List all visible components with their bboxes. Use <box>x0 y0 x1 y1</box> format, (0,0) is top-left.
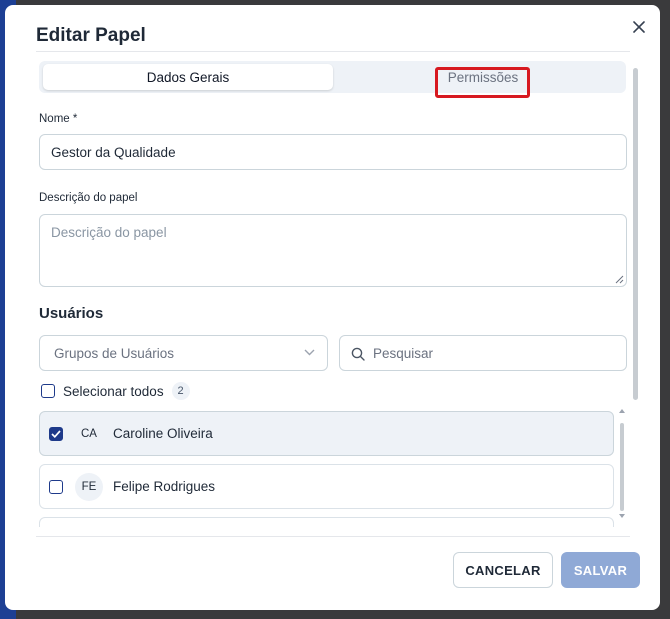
user-count-badge: 2 <box>171 382 190 400</box>
dialog-scrollbar[interactable] <box>633 68 638 400</box>
footer-divider <box>36 536 630 537</box>
tab-dados-gerais[interactable]: Dados Gerais <box>43 64 333 90</box>
list-item[interactable] <box>39 517 614 527</box>
scroll-up-arrow-icon[interactable] <box>618 408 626 414</box>
user-name: Caroline Oliveira <box>113 426 213 441</box>
list-scrollbar[interactable] <box>620 423 624 511</box>
select-all-label[interactable]: Selecionar todos <box>63 384 164 399</box>
description-label: Descrição do papel <box>39 192 138 204</box>
list-item[interactable]: CA Caroline Oliveira <box>39 411 614 456</box>
search-icon <box>351 347 365 361</box>
highlight-annotation <box>435 67 530 98</box>
user-checkbox[interactable] <box>49 426 63 441</box>
chevron-down-icon <box>304 349 315 356</box>
dialog-body: Dados Gerais Permissões Nome * Gestor da… <box>36 59 636 527</box>
search-placeholder: Pesquisar <box>373 346 434 361</box>
avatar: CA <box>81 427 97 440</box>
edit-role-dialog: Editar Papel Dados Gerais Permissões Nom… <box>5 5 660 610</box>
search-input[interactable]: Pesquisar <box>339 335 627 371</box>
close-icon <box>633 21 645 33</box>
select-all-checkbox[interactable] <box>41 384 55 398</box>
resize-grip-icon[interactable] <box>615 275 624 284</box>
name-input[interactable]: Gestor da Qualidade <box>39 134 627 170</box>
dialog-title: Editar Papel <box>36 25 146 46</box>
user-groups-select-value: Grupos de Usuários <box>54 346 175 361</box>
tab-bar: Dados Gerais Permissões <box>39 61 626 98</box>
user-groups-select[interactable]: Grupos de Usuários <box>39 335 328 371</box>
select-all-row: Selecionar todos 2 <box>41 382 190 400</box>
cancel-button[interactable]: CANCELAR <box>453 552 553 588</box>
user-checkbox[interactable] <box>49 479 63 494</box>
scroll-down-arrow-icon[interactable] <box>618 513 626 519</box>
user-name: Felipe Rodrigues <box>113 479 216 494</box>
users-section-title: Usuários <box>39 305 104 322</box>
description-placeholder: Descrição do papel <box>51 225 167 240</box>
avatar: FE <box>75 472 103 501</box>
close-button[interactable] <box>627 15 651 39</box>
list-item[interactable]: FE Felipe Rodrigues <box>39 464 614 509</box>
header-divider <box>36 51 630 52</box>
user-list: CA Caroline Oliveira FE Felipe Rodrigues <box>39 411 614 527</box>
name-label: Nome * <box>39 113 78 125</box>
save-button[interactable]: SALVAR <box>561 552 640 588</box>
description-textarea[interactable]: Descrição do papel <box>39 214 627 287</box>
checkmark-icon <box>51 429 61 438</box>
